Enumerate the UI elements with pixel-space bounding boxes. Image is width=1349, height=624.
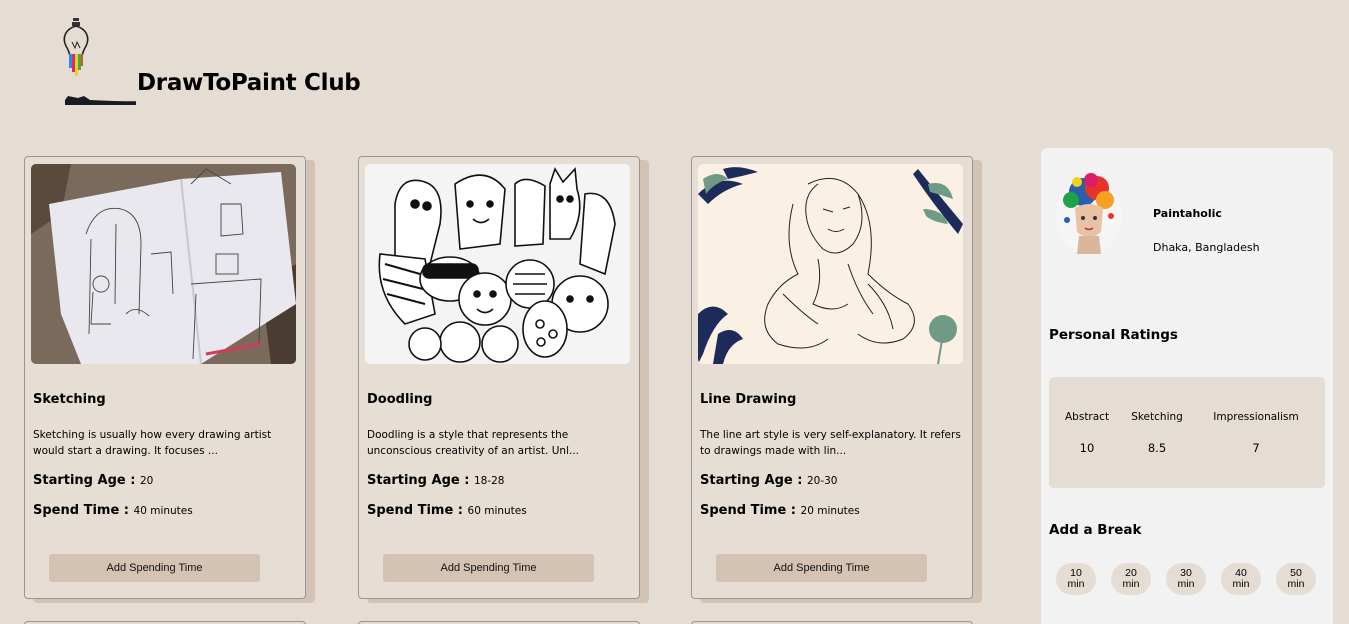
card-image-sketching	[31, 164, 296, 364]
rating-value: 7	[1252, 441, 1260, 455]
card-line-drawing: Line Drawing The line art style is very …	[691, 156, 973, 599]
break-20-min-button[interactable]: 20 min	[1111, 563, 1151, 595]
starting-age: Starting Age : 18-28	[367, 473, 504, 488]
rating-impressionalism: Impressionalism 7	[1203, 411, 1309, 455]
starting-age-value: 18-28	[473, 475, 505, 487]
personal-ratings-title: Personal Ratings	[1049, 327, 1178, 343]
starting-age-value: 20-30	[806, 475, 838, 487]
card-image-doodling	[365, 164, 630, 364]
card-title: Sketching	[33, 392, 106, 407]
spend-time-label: Spend Time :	[33, 503, 129, 518]
break-unit: min	[1067, 578, 1085, 590]
starting-age: Starting Age : 20	[33, 473, 153, 488]
break-unit: min	[1122, 578, 1140, 590]
rating-value: 10	[1079, 441, 1095, 455]
starting-age-label: Starting Age :	[33, 473, 136, 488]
break-10-min-button[interactable]: 10 min	[1056, 563, 1096, 595]
break-30-min-button[interactable]: 30 min	[1166, 563, 1206, 595]
card-image-line-drawing	[698, 164, 963, 364]
add-spending-time-button[interactable]: Add Spending Time	[383, 554, 594, 582]
break-50-min-button[interactable]: 50 min	[1276, 563, 1316, 595]
card-sketching: Sketching Sketching is usually how every…	[24, 156, 306, 599]
site-header: DrawToPaint Club	[60, 14, 460, 109]
break-unit: min	[1177, 578, 1195, 590]
lightbulb-logo-icon	[60, 14, 140, 106]
rating-label: Impressionalism	[1213, 411, 1299, 423]
spend-time-label: Spend Time :	[700, 503, 796, 518]
spend-time-label: Spend Time :	[367, 503, 463, 518]
avatar	[1053, 170, 1125, 258]
break-40-min-button[interactable]: 40 min	[1221, 563, 1261, 595]
add-break-title: Add a Break	[1049, 522, 1142, 538]
card-description: The line art style is very self-explanat…	[700, 429, 961, 457]
starting-age: Starting Age : 20-30	[700, 473, 837, 488]
profile-sidebar: Paintaholic Dhaka, Bangladesh Personal R…	[1041, 148, 1333, 624]
ratings-panel: Abstract 10 Sketching 8.5 Impressionalis…	[1049, 377, 1325, 488]
profile-location: Dhaka, Bangladesh	[1153, 241, 1260, 254]
card-title: Line Drawing	[700, 392, 797, 407]
add-spending-time-button[interactable]: Add Spending Time	[716, 554, 927, 582]
rating-sketching: Sketching 8.5	[1129, 411, 1185, 455]
spend-time-value: 20 minutes	[800, 505, 860, 517]
spend-time: Spend Time : 20 minutes	[700, 503, 860, 518]
card-description: Doodling is a style that represents the …	[367, 429, 579, 457]
spend-time: Spend Time : 40 minutes	[33, 503, 193, 518]
spend-time: Spend Time : 60 minutes	[367, 503, 527, 518]
rating-abstract: Abstract 10	[1065, 411, 1109, 455]
rating-label: Sketching	[1131, 411, 1183, 423]
add-spending-time-button[interactable]: Add Spending Time	[49, 554, 260, 582]
break-options: 10 min 20 min 30 min 40 min 50 min	[1056, 563, 1316, 595]
card-title: Doodling	[367, 392, 433, 407]
rating-value: 8.5	[1147, 441, 1167, 455]
spend-time-value: 60 minutes	[467, 505, 527, 517]
card-doodling: Doodling Doodling is a style that repres…	[358, 156, 640, 599]
rating-label: Abstract	[1065, 411, 1110, 423]
break-unit: min	[1232, 578, 1250, 590]
starting-age-value: 20	[139, 475, 154, 487]
break-unit: min	[1287, 578, 1305, 590]
brand-title: DrawToPaint Club	[137, 70, 361, 96]
spend-time-value: 40 minutes	[133, 505, 193, 517]
card-description: Sketching is usually how every drawing a…	[33, 429, 272, 457]
profile-name: Paintaholic	[1153, 207, 1222, 220]
starting-age-label: Starting Age :	[700, 473, 803, 488]
starting-age-label: Starting Age :	[367, 473, 470, 488]
